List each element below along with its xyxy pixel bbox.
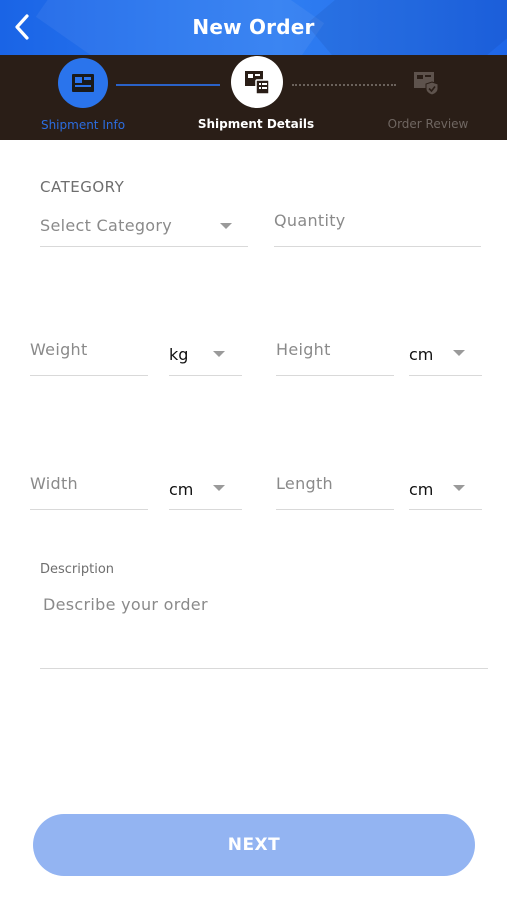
field-underline: [40, 668, 488, 669]
next-button[interactable]: NEXT: [33, 814, 475, 876]
chevron-down-icon: [453, 350, 465, 356]
chevron-down-icon: [213, 351, 225, 357]
description-label: Description: [40, 562, 115, 577]
field-underline: [169, 375, 242, 376]
field-underline: [30, 509, 148, 510]
field-underline: [30, 375, 148, 376]
height-unit-value: cm: [409, 345, 434, 364]
height-input[interactable]: Height: [276, 335, 394, 377]
chevron-down-icon: [453, 485, 465, 491]
package-box-icon: [72, 74, 94, 92]
app-header: New Order: [0, 0, 507, 55]
step-circle: [401, 58, 451, 108]
description-textarea[interactable]: Describe your order: [40, 590, 488, 670]
length-unit-select[interactable]: cm: [409, 475, 482, 511]
field-underline: [276, 509, 394, 510]
length-placeholder: Length: [276, 474, 333, 493]
category-placeholder: Select Category: [40, 216, 173, 235]
width-unit-value: cm: [169, 480, 194, 499]
weight-unit-value: kg: [169, 345, 189, 364]
height-placeholder: Height: [276, 340, 331, 359]
weight-placeholder: Weight: [30, 340, 88, 359]
width-placeholder: Width: [30, 474, 78, 493]
field-underline: [409, 375, 482, 376]
step-label: Order Review: [387, 117, 469, 131]
field-underline: [276, 375, 394, 376]
quantity-input[interactable]: Quantity: [274, 205, 481, 248]
step-connector-pending: [292, 84, 396, 86]
step-circle: [231, 56, 283, 108]
weight-input[interactable]: Weight: [30, 335, 148, 377]
category-label: CATEGORY: [40, 178, 125, 196]
field-underline: [40, 246, 248, 247]
step-connector-complete: [116, 84, 220, 86]
page-title: New Order: [192, 15, 315, 39]
description-placeholder: Describe your order: [43, 595, 208, 614]
step-label: Shipment Info: [40, 118, 126, 132]
field-underline: [409, 509, 482, 510]
quantity-placeholder: Quantity: [274, 211, 346, 230]
field-underline: [169, 509, 242, 510]
package-shield-icon: [414, 72, 439, 96]
chevron-down-icon: [213, 485, 225, 491]
back-button[interactable]: [6, 10, 38, 44]
width-unit-select[interactable]: cm: [169, 475, 242, 511]
step-circle: [58, 58, 108, 108]
width-input[interactable]: Width: [30, 469, 148, 511]
progress-stepper: Shipment Info Shipment Details Order Rev…: [0, 55, 507, 140]
length-input[interactable]: Length: [276, 469, 394, 511]
weight-unit-select[interactable]: kg: [169, 340, 242, 377]
length-unit-value: cm: [409, 480, 434, 499]
chevron-left-icon: [15, 14, 29, 40]
field-underline: [274, 246, 481, 247]
package-list-icon: [245, 71, 270, 95]
category-select[interactable]: Select Category: [40, 212, 248, 248]
step-label: Shipment Details: [197, 117, 315, 131]
height-unit-select[interactable]: cm: [409, 340, 482, 377]
chevron-down-icon: [220, 223, 232, 229]
